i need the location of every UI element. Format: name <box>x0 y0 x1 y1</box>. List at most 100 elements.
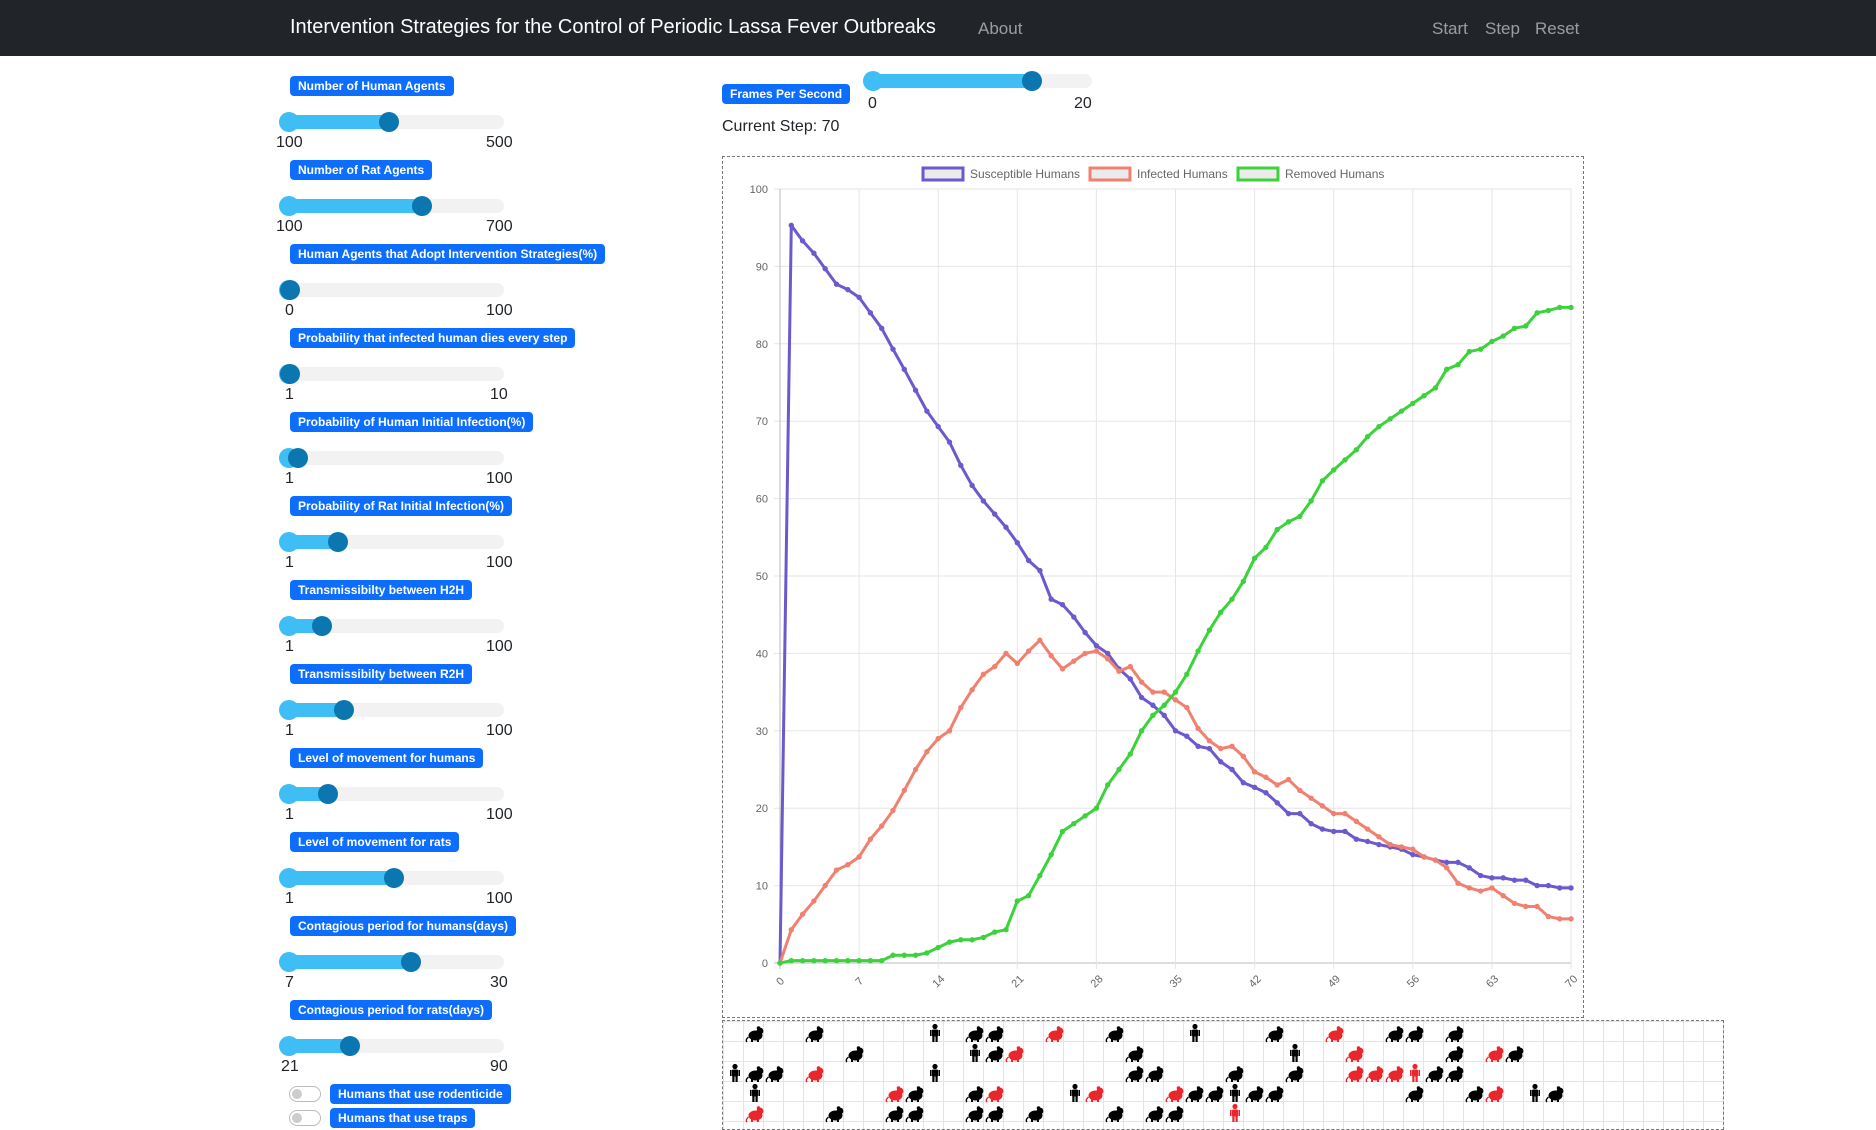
data-point <box>1557 304 1563 311</box>
level-of-movement-for-rats-slider[interactable] <box>279 867 504 889</box>
level-of-movement-for-humans-slider[interactable] <box>279 783 504 805</box>
data-point <box>1263 544 1269 551</box>
data-point <box>946 439 953 445</box>
slider-handle[interactable] <box>340 1036 361 1056</box>
transmissibilty-between-r2h-slider[interactable] <box>279 699 504 721</box>
data-point <box>890 346 896 352</box>
rat-icon <box>1545 1083 1565 1103</box>
infected-rat-icon <box>1485 1083 1505 1103</box>
data-point <box>946 728 953 734</box>
slider-max-label: 100 <box>486 638 513 655</box>
reset-button[interactable]: Reset <box>1535 19 1579 39</box>
fps-slider-handle[interactable] <box>1022 71 1043 91</box>
probability-of-human-initial-infection-label: Probability of Human Initial Infection(%… <box>290 412 534 432</box>
data-point <box>1161 689 1167 695</box>
data-point <box>935 423 941 430</box>
slider-min-label: 1 <box>285 890 294 907</box>
number-of-human-agents-slider[interactable] <box>279 111 504 133</box>
contagious-period-for-humans-days-slider[interactable] <box>279 951 504 973</box>
slider-max-label: 100 <box>486 470 513 487</box>
data-point <box>1444 366 1450 373</box>
contagious-period-for-rats-days-slider[interactable] <box>279 1035 504 1057</box>
data-point <box>1025 892 1032 899</box>
step-button[interactable]: Step <box>1485 19 1520 39</box>
number-of-rat-agents-label: Number of Rat Agents <box>290 160 433 180</box>
rat-icon <box>1465 1083 1485 1103</box>
data-point <box>1364 826 1371 832</box>
slider-handle[interactable] <box>412 196 432 216</box>
data-point <box>879 325 885 332</box>
data-point <box>1274 800 1280 806</box>
fps-slider[interactable] <box>863 70 1092 92</box>
data-point <box>1444 859 1450 866</box>
data-point <box>833 957 840 964</box>
data-point <box>1150 702 1156 708</box>
slider-handle[interactable] <box>334 700 354 720</box>
data-point <box>1105 650 1111 657</box>
data-point <box>1376 423 1382 430</box>
data-point <box>1466 865 1472 871</box>
human-agents-that-adopt-intervention-strategies-slider[interactable] <box>279 279 504 301</box>
slider-handle[interactable] <box>318 784 338 804</box>
data-point <box>901 952 908 958</box>
data-point <box>1263 790 1269 796</box>
probability-that-infected-human-dies-every-step-slider[interactable] <box>279 363 504 385</box>
sir-chart: 0 10 20 30 40 50 60 70 80 90 100 0 7 14 21 28 35 42 49 56 63… <box>722 156 1584 1018</box>
rat-icon <box>825 1103 845 1123</box>
slider-max-label: 30 <box>490 974 508 991</box>
data-point <box>1489 875 1495 881</box>
data-point <box>867 310 874 316</box>
rat-icon <box>1285 1063 1305 1083</box>
data-point <box>1093 805 1100 811</box>
slider-handle[interactable] <box>280 280 300 300</box>
data-point <box>1500 333 1506 339</box>
data-point <box>1387 841 1393 848</box>
slider-handle[interactable] <box>312 616 332 636</box>
slider-handle[interactable] <box>379 112 399 132</box>
start-button[interactable]: Start <box>1432 19 1468 39</box>
legend-swatch <box>1236 166 1280 182</box>
slider-handle[interactable] <box>400 952 421 972</box>
probability-of-human-initial-infection-slider[interactable] <box>279 447 504 469</box>
fps-label: Frames Per Second <box>722 84 851 104</box>
chart-svg: 0 10 20 30 40 50 60 70 80 90 100 0 7 14 21 28 35 42 49 56 63… <box>750 166 1580 990</box>
humans-that-use-rodenticide-toggle[interactable] <box>289 1086 321 1102</box>
data-point <box>958 937 964 943</box>
infected-rat-icon <box>1165 1083 1185 1103</box>
data-point <box>1105 782 1111 788</box>
data-point <box>1545 307 1552 314</box>
slider-handle[interactable] <box>280 364 300 384</box>
humans-that-use-traps-toggle[interactable] <box>289 1110 321 1126</box>
app-title[interactable]: Intervention Strategies for the Control … <box>290 16 936 39</box>
data-point <box>1195 725 1201 732</box>
data-point <box>879 957 885 964</box>
data-point <box>1082 629 1088 636</box>
data-point <box>1229 596 1235 602</box>
x-tick-label: 28 <box>1089 973 1106 990</box>
probability-of-rat-initial-infection-slider[interactable] <box>279 531 504 553</box>
slider-handle[interactable] <box>384 868 404 888</box>
data-point <box>890 807 896 814</box>
y-tick-label: 30 <box>756 726 768 738</box>
about-link[interactable]: About <box>978 19 1022 39</box>
probability-of-rat-initial-infection-label: Probability of Rat Initial Infection(%) <box>290 496 513 516</box>
humans-that-use-traps-label: Humans that use traps <box>330 1108 476 1128</box>
data-point <box>1240 779 1246 786</box>
infected-rat-icon <box>1365 1063 1385 1083</box>
data-point <box>1376 841 1382 848</box>
rat-icon <box>745 1063 765 1083</box>
humans-that-use-rodenticide-label: Humans that use rodenticide <box>330 1084 511 1104</box>
slider-handle[interactable] <box>288 448 308 468</box>
data-point <box>1161 712 1167 719</box>
data-point <box>1455 361 1461 368</box>
data-point <box>1274 782 1280 788</box>
number-of-rat-agents-slider[interactable] <box>279 195 504 217</box>
transmissibilty-between-h2h-label: Transmissibilty between H2H <box>290 580 473 600</box>
data-point <box>1274 526 1280 533</box>
transmissibilty-between-h2h-slider[interactable] <box>279 615 504 637</box>
slider-handle[interactable] <box>328 532 348 552</box>
data-point <box>1444 865 1450 871</box>
data-point <box>1297 787 1303 794</box>
data-point <box>1093 642 1100 649</box>
data-point <box>822 957 828 964</box>
